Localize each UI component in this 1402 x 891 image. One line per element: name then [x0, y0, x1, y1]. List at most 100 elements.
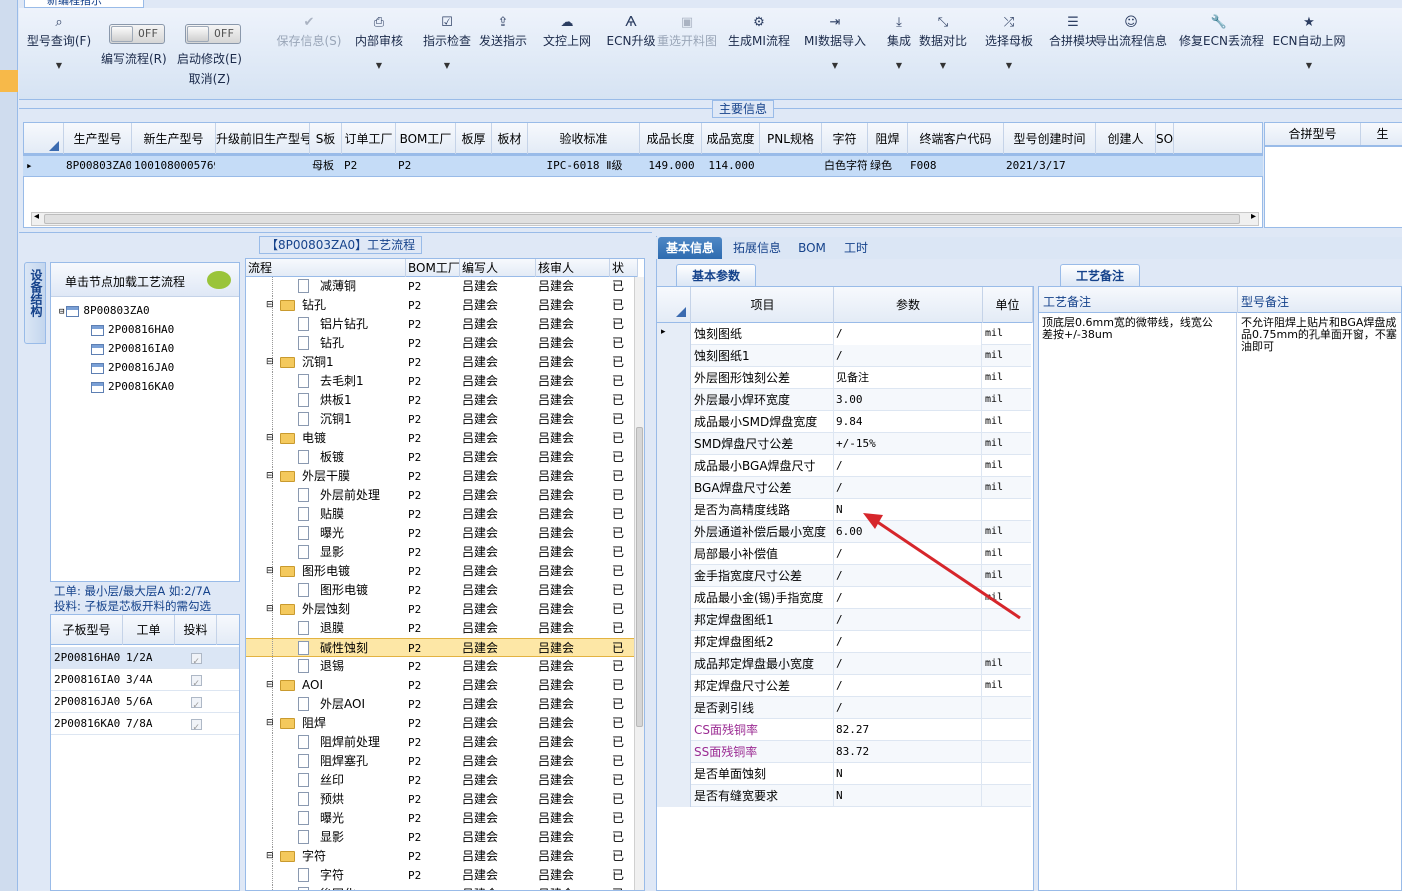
- table-cell[interactable]: 绿色: [867, 156, 907, 176]
- detail-tab[interactable]: 工时: [836, 237, 876, 259]
- column-header[interactable]: 板材: [492, 123, 528, 155]
- table-cell[interactable]: 8P00803ZA0: [63, 156, 131, 176]
- param-row[interactable]: 是否有缝宽要求 N: [657, 785, 1031, 807]
- flow-row[interactable]: 退锡 P2 吕建会 吕建会 已: [246, 657, 638, 676]
- toolbar-button-smile[interactable]: ☺ 导出流程信息: [1091, 14, 1171, 49]
- column-header[interactable]: 成品宽度: [702, 123, 760, 155]
- model-remarks-text[interactable]: 不允许阻焊上贴片和BGA焊盘成品0.75mm的孔单面开窗，不塞油即可: [1241, 317, 1401, 353]
- device-structure-tab[interactable]: 设备结构: [24, 262, 46, 344]
- column-header[interactable]: 板厚: [456, 123, 492, 155]
- flow-row[interactable]: ⊟ 外层蚀刻 P2 吕建会 吕建会 已: [246, 600, 638, 619]
- toolbar-button-star[interactable]: ★ ECN自动上网 ▼: [1269, 14, 1349, 70]
- flow-row[interactable]: ⊟ 电镀 P2 吕建会 吕建会 已: [246, 429, 638, 448]
- column-header[interactable]: S板: [310, 123, 342, 155]
- param-value[interactable]: 82.27: [834, 719, 982, 741]
- dropdown-arrow-icon[interactable]: ▼: [407, 61, 487, 70]
- column-header[interactable]: 核审人: [536, 259, 610, 277]
- checkbox-cell[interactable]: [175, 691, 217, 717]
- toolbar-button-wrench[interactable]: 🔧 修复ECN丢流程: [1179, 14, 1264, 49]
- param-value[interactable]: N: [834, 763, 982, 785]
- horizontal-scrollbar[interactable]: ◂ ▸: [31, 211, 1259, 226]
- table-cell[interactable]: [455, 156, 491, 176]
- column-header[interactable]: 状: [610, 259, 638, 277]
- flow-row[interactable]: ⊟ 外层干膜 P2 吕建会 吕建会 已: [246, 467, 638, 486]
- flow-row[interactable]: 外层AOI P2 吕建会 吕建会 已: [246, 695, 638, 714]
- column-header[interactable]: PNL规格: [760, 123, 822, 155]
- process-remarks-tab[interactable]: 工艺备注: [1060, 264, 1140, 286]
- tree-node-child[interactable]: 2P00816IA0: [91, 339, 174, 358]
- table-row[interactable]: 2P00816IA0 3/4A: [51, 669, 239, 695]
- flow-row[interactable]: 外层前处理 P2 吕建会 吕建会 已: [246, 486, 638, 505]
- param-row[interactable]: BGA焊盘尺寸公差 / mil: [657, 477, 1031, 499]
- param-row[interactable]: 成品邦定焊盘最小宽度 / mil: [657, 653, 1031, 675]
- column-header[interactable]: 订单工厂: [342, 123, 396, 155]
- collapse-icon[interactable]: ⊟: [266, 600, 274, 619]
- table-cell[interactable]: 7/8A: [123, 713, 175, 735]
- param-value[interactable]: N: [834, 785, 982, 807]
- flow-row[interactable]: 丝印 P2 吕建会 吕建会 已: [246, 771, 638, 790]
- dropdown-arrow-icon[interactable]: ▼: [19, 61, 99, 70]
- param-row[interactable]: 成品最小SMD焊盘宽度 9.84 mil: [657, 411, 1031, 433]
- column-header[interactable]: 生产型号: [64, 123, 132, 155]
- table-cell[interactable]: [491, 156, 527, 176]
- tree-node-root[interactable]: ⊟ 8P00803ZA0: [59, 301, 150, 320]
- param-row[interactable]: 是否单面蚀刻 N: [657, 763, 1031, 785]
- flow-row[interactable]: 贴膜 P2 吕建会 吕建会 已: [246, 505, 638, 524]
- flow-row[interactable]: 曝光 P2 吕建会 吕建会 已: [246, 809, 638, 828]
- table-cell[interactable]: 2P00816IA0: [51, 669, 123, 691]
- column-header[interactable]: 字符: [822, 123, 868, 155]
- param-row[interactable]: SMD焊盘尺寸公差 +/-15% mil: [657, 433, 1031, 455]
- collapse-icon[interactable]: ⊟: [266, 353, 274, 372]
- table-cell[interactable]: [1155, 156, 1173, 176]
- dropdown-arrow-icon[interactable]: ▼: [1269, 61, 1349, 70]
- param-value[interactable]: /: [834, 477, 982, 499]
- table-cell[interactable]: 2P00816JA0: [51, 691, 123, 713]
- column-header[interactable]: 工单: [123, 615, 175, 645]
- column-header[interactable]: BOM工厂: [396, 123, 456, 155]
- table-cell[interactable]: 2021/3/17: [1003, 156, 1095, 176]
- checkbox-cell[interactable]: [175, 713, 217, 739]
- toolbar-button-2[interactable]: 启动修改(E) 取消(Z): [177, 50, 242, 87]
- table-cell[interactable]: 114.000: [701, 156, 759, 176]
- detail-tab[interactable]: 拓展信息: [726, 237, 788, 259]
- table-cell[interactable]: 白色字符: [821, 156, 867, 176]
- toggle-1[interactable]: OFF: [109, 24, 165, 44]
- param-value[interactable]: +/-15%: [834, 433, 982, 455]
- collapse-icon[interactable]: ⊟: [266, 467, 274, 486]
- flow-row[interactable]: 减薄铜 P2 吕建会 吕建会 已: [246, 277, 638, 296]
- param-value[interactable]: /: [834, 675, 982, 697]
- param-row[interactable]: 蚀刻图纸1/mil: [657, 345, 1031, 367]
- detail-tab[interactable]: 基本信息: [658, 237, 722, 259]
- collapse-icon[interactable]: ⊟: [266, 676, 274, 695]
- window-tab[interactable]: 新编程指示: [24, 0, 144, 8]
- flow-row[interactable]: 图形电镀 P2 吕建会 吕建会 已: [246, 581, 638, 600]
- column-header[interactable]: 参数: [834, 287, 983, 323]
- param-row[interactable]: 是否剥引线 /: [657, 697, 1031, 719]
- toolbar-button-search[interactable]: ⌕ 型号查询(F) ▼: [19, 14, 99, 70]
- param-value[interactable]: /: [834, 697, 982, 719]
- column-header[interactable]: BOM工厂: [406, 259, 460, 277]
- flow-row[interactable]: 退膜 P2 吕建会 吕建会 已: [246, 619, 638, 638]
- flow-row[interactable]: 去毛刺1 P2 吕建会 吕建会 已: [246, 372, 638, 391]
- table-cell[interactable]: [1095, 156, 1155, 176]
- param-row[interactable]: 外层最小焊环宽度 3.00 mil: [657, 389, 1031, 411]
- flow-row[interactable]: 字符 P2 吕建会 吕建会 已: [246, 866, 638, 885]
- detail-tab[interactable]: BOM: [792, 237, 832, 259]
- param-row[interactable]: 外层图形蚀刻公差 见备注 mil: [657, 367, 1031, 389]
- table-cell[interactable]: IPC-6018 Ⅱ级: [527, 156, 639, 176]
- column-header[interactable]: 项目: [692, 287, 834, 323]
- param-value[interactable]: 9.84: [834, 411, 982, 433]
- flow-row[interactable]: 碱性蚀刻 P2 吕建会 吕建会 已: [246, 638, 638, 658]
- toolbar-button-1[interactable]: 编写流程(R): [101, 50, 167, 67]
- collapse-icon[interactable]: ⊟: [266, 296, 274, 315]
- table-cell[interactable]: 10010800057696: [131, 156, 215, 176]
- collapse-icon[interactable]: ⊟: [266, 714, 274, 733]
- table-row[interactable]: 2P00816JA0 5/6A: [51, 691, 239, 717]
- param-row[interactable]: SS面残铜率 83.72: [657, 741, 1031, 763]
- param-value[interactable]: /: [834, 455, 982, 477]
- param-value[interactable]: /: [834, 323, 982, 345]
- table-cell[interactable]: P2: [341, 156, 395, 176]
- param-value[interactable]: 3.00: [834, 389, 982, 411]
- toggle-2[interactable]: OFF: [185, 24, 241, 44]
- flow-row[interactable]: ⊟ 图形电镀 P2 吕建会 吕建会 已: [246, 562, 638, 581]
